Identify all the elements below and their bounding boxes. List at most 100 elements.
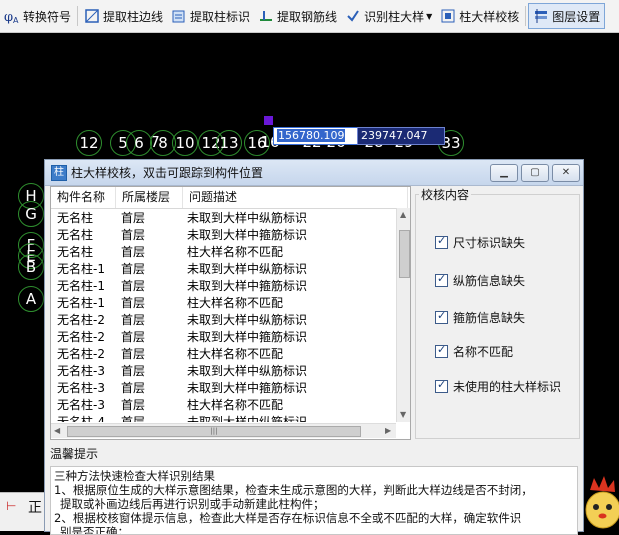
cell-issue: 未取到大样中纵筋标识	[187, 313, 308, 327]
cell-issue: 柱大样名称不匹配	[187, 347, 284, 361]
axis-bubble[interactable]: B	[18, 254, 44, 280]
extract-column-edge-button[interactable]: 提取柱边线	[80, 3, 167, 29]
table-row[interactable]: 无名柱-4 首层 未取到大样中纵筋标识	[51, 414, 396, 422]
scroll-down-icon[interactable]: ▼	[400, 410, 406, 419]
checkbox-checked-icon[interactable]	[435, 234, 448, 249]
table-row[interactable]: 无名柱 首层 柱大样名称不匹配	[51, 244, 396, 261]
cell-floor: 首层	[121, 381, 146, 395]
tip-line: 1、根据原位生成的大样示意图结果，检查未生成示意图的大样，判断此大样边线是否不封…	[54, 483, 533, 497]
cell-component-name: 无名柱-3	[57, 398, 105, 412]
column-header-name[interactable]: 构件名称	[51, 187, 116, 208]
tool-icon[interactable]: ⊢	[6, 499, 16, 513]
column-detail-check-button[interactable]: 柱大样校核	[436, 3, 523, 29]
tips-title: 温馨提示	[50, 447, 99, 461]
cell-floor: 首层	[121, 245, 146, 259]
coord-x-input[interactable]: 156780.109	[273, 127, 359, 145]
grip-marker[interactable]	[264, 116, 273, 125]
cell-floor: 首层	[121, 262, 146, 276]
column-header-issue[interactable]: 问题描述	[183, 187, 408, 208]
checkbox-checked-icon[interactable]	[435, 343, 448, 358]
scroll-left-icon[interactable]: ◀	[54, 426, 60, 435]
identify-column-detail-button[interactable]: 识别柱大样 ▼	[341, 3, 436, 29]
convert-symbol-icon: φA	[4, 8, 20, 25]
check-name-mismatch[interactable]: 名称不匹配	[435, 343, 513, 360]
table-row[interactable]: 无名柱-2 首层 未取到大样中纵筋标识	[51, 312, 396, 329]
minimize-button[interactable]: ▁	[490, 163, 518, 182]
tip-line: 别是否正确；	[60, 525, 129, 535]
dropdown-caret-icon[interactable]: ▼	[426, 12, 432, 21]
table-row[interactable]: 无名柱-3 首层 柱大样名称不匹配	[51, 397, 396, 414]
extract-column-label-label: 提取柱标识	[190, 9, 251, 24]
cell-floor: 首层	[121, 211, 146, 225]
cell-component-name: 无名柱	[57, 245, 94, 259]
extract-column-edge-label: 提取柱边线	[103, 9, 164, 24]
cell-component-name: 无名柱	[57, 228, 94, 242]
table-row[interactable]: 无名柱-1 首层 柱大样名称不匹配	[51, 295, 396, 312]
cell-component-name: 无名柱-3	[57, 364, 105, 378]
cell-issue: 未取到大样中纵筋标识	[187, 415, 308, 422]
cell-issue: 未取到大样中箍筋标识	[187, 279, 308, 293]
check-label: 尺寸标识缺失	[453, 236, 526, 250]
extract-rebar-line-icon	[258, 8, 274, 24]
table-row[interactable]: 无名柱-1 首层 未取到大样中箍筋标识	[51, 278, 396, 295]
cell-component-name: 无名柱-2	[57, 330, 105, 344]
tip-line: 提取或补画边线后再进行识别或手动新建此柱构件；	[60, 497, 325, 511]
cell-issue: 未取到大样中纵筋标识	[187, 211, 308, 225]
extract-rebar-line-button[interactable]: 提取钢筋线	[254, 3, 341, 29]
check-label: 箍筋信息缺失	[453, 311, 526, 325]
cell-floor: 首层	[121, 415, 146, 422]
maximize-button[interactable]: ▢	[521, 163, 549, 182]
cell-floor: 首层	[121, 364, 146, 378]
bottom-left-label: 正	[28, 500, 42, 516]
table-row[interactable]: 无名柱-3 首层 未取到大样中纵筋标识	[51, 363, 396, 380]
table-row[interactable]: 无名柱 首层 未取到大样中纵筋标识	[51, 210, 396, 227]
cell-issue: 未取到大样中箍筋标识	[187, 330, 308, 344]
cell-component-name: 无名柱-2	[57, 313, 105, 327]
column-detail-check-icon	[440, 8, 456, 24]
column-detail-check-dialog: 柱 柱大样校核，双击可跟踪到构件位置 ▁ ▢ ✕ 构件名称 所属楼层 问题描述 …	[44, 159, 584, 535]
toolbar-separator	[525, 6, 527, 26]
table-row[interactable]: 无名柱 首层 未取到大样中箍筋标识	[51, 227, 396, 244]
checkbox-checked-icon[interactable]	[435, 378, 448, 393]
scrollbar-thumb[interactable]	[399, 230, 410, 278]
check-size-label-missing[interactable]: 尺寸标识缺失	[435, 234, 525, 251]
horizontal-scrollbar[interactable]: ◀ ||| ▶	[51, 423, 396, 438]
cell-component-name: 无名柱-4	[57, 415, 105, 422]
cell-issue: 未取到大样中纵筋标识	[187, 364, 308, 378]
layer-settings-icon	[533, 8, 549, 24]
scroll-up-icon[interactable]: ▲	[400, 210, 406, 219]
check-stirrup-missing[interactable]: 箍筋信息缺失	[435, 309, 525, 326]
check-options-panel: 校核内容 尺寸标识缺失 纵筋信息缺失 箍筋信息缺失 名称不匹配 未使用的柱大样标…	[415, 186, 580, 439]
identify-column-detail-icon	[345, 8, 361, 24]
mascot-icon[interactable]	[584, 470, 619, 530]
check-label: 纵筋信息缺失	[453, 274, 526, 288]
extract-column-label-button[interactable]: 提取柱标识	[167, 3, 254, 29]
vertical-scrollbar[interactable]: ▲ ▼	[396, 208, 410, 422]
axis-bubble[interactable]: 12	[76, 130, 102, 156]
bottom-left-panel: ⊢ 正	[0, 492, 44, 531]
axis-bubble[interactable]: G	[18, 201, 44, 227]
coord-y-input[interactable]: 239747.047	[357, 127, 445, 145]
table-row[interactable]: 无名柱-2 首层 柱大样名称不匹配	[51, 346, 396, 363]
table-row[interactable]: 无名柱-1 首层 未取到大样中纵筋标识	[51, 261, 396, 278]
scrollbar-thumb[interactable]: |||	[67, 426, 361, 437]
cell-component-name: 无名柱-3	[57, 381, 105, 395]
cell-issue: 未取到大样中箍筋标识	[187, 228, 308, 242]
convert-symbol-button[interactable]: φA 转换符号	[0, 3, 75, 29]
column-header-floor[interactable]: 所属楼层	[116, 187, 183, 208]
close-button[interactable]: ✕	[552, 163, 580, 182]
checkbox-checked-icon[interactable]	[435, 272, 448, 287]
axis-bubble[interactable]: A	[18, 286, 44, 312]
cell-floor: 首层	[121, 279, 146, 293]
checkbox-checked-icon[interactable]	[435, 309, 448, 324]
table-row[interactable]: 无名柱-2 首层 未取到大样中箍筋标识	[51, 329, 396, 346]
axis-bubble[interactable]: 10	[172, 130, 198, 156]
dialog-titlebar[interactable]: 柱 柱大样校核，双击可跟踪到构件位置 ▁ ▢ ✕	[45, 160, 583, 186]
layer-settings-button[interactable]: 图层设置	[528, 3, 606, 29]
check-label: 名称不匹配	[453, 345, 514, 359]
check-longitudinal-missing[interactable]: 纵筋信息缺失	[435, 272, 525, 289]
check-unused-detail-label[interactable]: 未使用的柱大样标识	[435, 378, 561, 395]
scroll-right-icon[interactable]: ▶	[385, 426, 391, 435]
axis-bubble[interactable]: 13	[216, 130, 242, 156]
table-row[interactable]: 无名柱-3 首层 未取到大样中箍筋标识	[51, 380, 396, 397]
